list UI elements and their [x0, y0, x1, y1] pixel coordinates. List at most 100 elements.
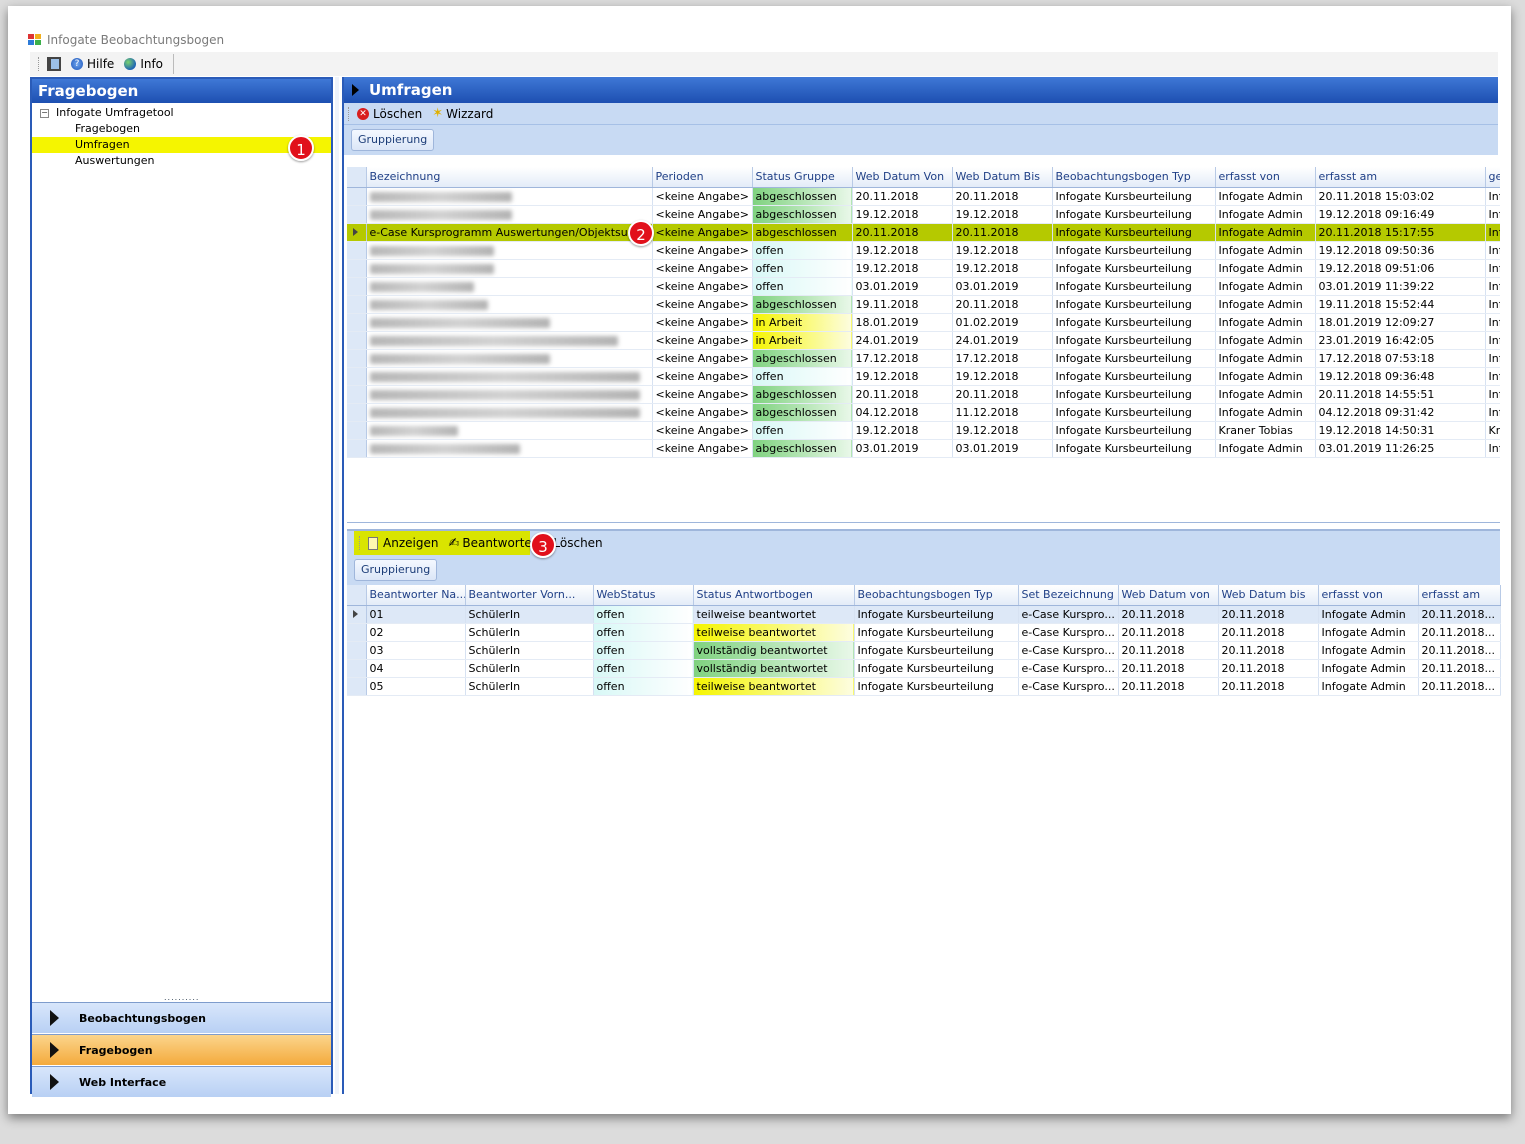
tree-root[interactable]: − Infogate Umfragetool: [32, 105, 331, 121]
row-indicator[interactable]: [347, 641, 367, 660]
cell-bogen-typ[interactable]: Infogate Kursbeurteilung: [1052, 421, 1216, 440]
cell-ge[interactable]: Inf: [1485, 241, 1500, 260]
delete-button[interactable]: ✕ Löschen: [357, 107, 422, 121]
column-header-status-gruppe[interactable]: Status Gruppe: [752, 167, 853, 188]
cell-erfasst-am[interactable]: 19.12.2018 09:51:06: [1315, 259, 1486, 278]
cell-bogen-typ[interactable]: Infogate Kursbeurteilung: [854, 641, 1019, 660]
cell-vorname[interactable]: SchülerIn: [465, 641, 594, 660]
cell-web-datum-von[interactable]: 19.12.2018: [852, 205, 953, 224]
cell-status-gruppe[interactable]: abgeschlossen: [752, 295, 853, 314]
cell-web-datum-bis[interactable]: 20.11.2018: [952, 187, 1053, 206]
row-indicator[interactable]: [347, 277, 367, 296]
cell-set-bezeichnung[interactable]: e-Case Kurspro...: [1018, 605, 1119, 624]
cell-bogen-typ[interactable]: Infogate Kursbeurteilung: [1052, 187, 1216, 206]
table-row[interactable]: <keine Angabe> offen 19.12.2018 19.12.2018 I…: [347, 259, 1500, 278]
cell-web-datum-bis[interactable]: 19.12.2018: [952, 367, 1053, 386]
cell-erfasst-am[interactable]: 17.12.2018 07:53:18: [1315, 349, 1486, 368]
table-row[interactable]: <keine Angabe> abgeschlossen 17.12.2018 17.…: [347, 349, 1500, 368]
row-indicator[interactable]: [347, 605, 367, 624]
cell-status-gruppe[interactable]: abgeschlossen: [752, 187, 853, 206]
cell-perioden[interactable]: <keine Angabe>: [652, 277, 753, 296]
cell-set-bezeichnung[interactable]: e-Case Kurspro...: [1018, 677, 1119, 696]
cell-perioden[interactable]: <keine Angabe>: [652, 223, 753, 242]
cell-erfasst-von[interactable]: Infogate Admin: [1215, 205, 1316, 224]
tree-item-umfragen[interactable]: Umfragen: [32, 137, 331, 153]
cell-ge[interactable]: Inf: [1485, 385, 1500, 404]
cell-perioden[interactable]: <keine Angabe>: [652, 241, 753, 260]
cell-bezeichnung-redacted[interactable]: [366, 403, 653, 422]
toolbar-grip[interactable]: [348, 106, 351, 121]
cell-erfasst-von[interactable]: Infogate Admin: [1318, 677, 1419, 696]
cell-bezeichnung-redacted[interactable]: [366, 187, 653, 206]
cell-webstatus[interactable]: offen: [593, 641, 694, 660]
cell-web-datum-bis[interactable]: 24.01.2019: [952, 331, 1053, 350]
table-row[interactable]: <keine Angabe> in Arbeit 24.01.2019 24.01.2…: [347, 331, 1500, 350]
cell-web-datum-von[interactable]: 24.01.2019: [852, 331, 953, 350]
table-row[interactable]: <keine Angabe> abgeschlossen 19.11.2018 20.…: [347, 295, 1500, 314]
cell-perioden[interactable]: <keine Angabe>: [652, 187, 753, 206]
row-indicator[interactable]: [347, 659, 367, 678]
row-indicator[interactable]: [347, 187, 367, 206]
grouping-button[interactable]: Gruppierung: [351, 129, 435, 151]
row-indicator[interactable]: [347, 349, 367, 368]
cell-perioden[interactable]: <keine Angabe>: [652, 421, 753, 440]
nav-fragebogen[interactable]: Fragebogen: [32, 1034, 331, 1065]
cell-erfasst-am[interactable]: 20.11.2018 15:17:55: [1315, 223, 1486, 242]
cell-web-datum-bis[interactable]: 19.12.2018: [952, 241, 1053, 260]
cell-webstatus[interactable]: offen: [593, 659, 694, 678]
row-indicator[interactable]: [347, 223, 367, 242]
cell-bogen-typ[interactable]: Infogate Kursbeurteilung: [854, 605, 1019, 624]
cell-bezeichnung-redacted[interactable]: [366, 331, 653, 350]
column-header-erfasst-von[interactable]: erfasst von: [1215, 167, 1316, 188]
cell-erfasst-von[interactable]: Infogate Admin: [1215, 367, 1316, 386]
cell-bogen-typ[interactable]: Infogate Kursbeurteilung: [1052, 385, 1216, 404]
cell-erfasst-von[interactable]: Infogate Admin: [1215, 349, 1316, 368]
cell-web-datum-von[interactable]: 20.11.2018: [1118, 641, 1219, 660]
cell-erfasst-von[interactable]: Infogate Admin: [1215, 223, 1316, 242]
cell-web-datum-bis[interactable]: 19.12.2018: [952, 259, 1053, 278]
cell-nachname[interactable]: 01: [366, 605, 466, 624]
cell-web-datum-bis[interactable]: 03.01.2019: [952, 277, 1053, 296]
cell-erfasst-am[interactable]: 23.01.2019 16:42:05: [1315, 331, 1486, 350]
cell-erfasst-am[interactable]: 19.12.2018 09:36:48: [1315, 367, 1486, 386]
cell-status-gruppe[interactable]: in Arbeit: [752, 313, 853, 332]
cell-erfasst-am[interactable]: 20.11.2018 15:03:02: [1315, 187, 1486, 206]
answer-button[interactable]: ✍ Beantworten: [448, 536, 539, 551]
cell-web-datum-von[interactable]: 20.11.2018: [852, 385, 953, 404]
cell-perioden[interactable]: <keine Angabe>: [652, 331, 753, 350]
collapse-icon[interactable]: −: [40, 109, 49, 118]
row-indicator[interactable]: [347, 331, 367, 350]
row-indicator[interactable]: [347, 259, 367, 278]
cell-bogen-typ[interactable]: Infogate Kursbeurteilung: [1052, 295, 1216, 314]
cell-erfasst-von[interactable]: Infogate Admin: [1215, 385, 1316, 404]
cell-bezeichnung-redacted[interactable]: [366, 277, 653, 296]
cell-web-datum-von[interactable]: 20.11.2018: [852, 187, 953, 206]
cell-web-datum-bis[interactable]: 20.11.2018: [952, 295, 1053, 314]
cell-erfasst-von[interactable]: Kraner Tobias: [1215, 421, 1316, 440]
cell-erfasst-am[interactable]: 19.12.2018 09:50:36: [1315, 241, 1486, 260]
cell-ge[interactable]: Inf: [1485, 367, 1500, 386]
panel-splitter[interactable]: ..........: [164, 993, 199, 1002]
cell-erfasst-am[interactable]: 19.11.2018 15:52:44: [1315, 295, 1486, 314]
column-header-web-datum-bis[interactable]: Web Datum Bis: [952, 167, 1053, 188]
cell-erfasst-von[interactable]: Infogate Admin: [1215, 439, 1316, 458]
column-header-erfasst-am[interactable]: erfasst am: [1315, 167, 1486, 188]
cell-status-antwortbogen[interactable]: teilweise beantwortet: [693, 623, 855, 642]
cell-erfasst-von[interactable]: Infogate Admin: [1215, 187, 1316, 206]
row-indicator[interactable]: [347, 205, 367, 224]
table-row[interactable]: <keine Angabe> abgeschlossen 20.11.2018 20.…: [347, 187, 1500, 206]
cell-web-datum-bis[interactable]: 01.02.2019: [952, 313, 1053, 332]
column-header-web-datum-bis[interactable]: Web Datum bis: [1218, 585, 1319, 606]
cell-web-datum-von[interactable]: 19.12.2018: [852, 367, 953, 386]
cell-status-gruppe[interactable]: offen: [752, 367, 853, 386]
cell-bogen-typ[interactable]: Infogate Kursbeurteilung: [854, 623, 1019, 642]
cell-ge[interactable]: Inf: [1485, 439, 1500, 458]
cell-erfasst-von[interactable]: Infogate Admin: [1318, 641, 1419, 660]
exit-button[interactable]: [47, 57, 61, 71]
cell-erfasst-am[interactable]: 19.12.2018 09:16:49: [1315, 205, 1486, 224]
cell-web-datum-von[interactable]: 03.01.2019: [852, 277, 953, 296]
cell-erfasst-am[interactable]: 20.11.2018...: [1418, 605, 1501, 624]
cell-bezeichnung-redacted[interactable]: [366, 259, 653, 278]
column-header-bogen-typ[interactable]: Beobachtungsbogen Typ: [1052, 167, 1216, 188]
cell-bogen-typ[interactable]: Infogate Kursbeurteilung: [1052, 277, 1216, 296]
